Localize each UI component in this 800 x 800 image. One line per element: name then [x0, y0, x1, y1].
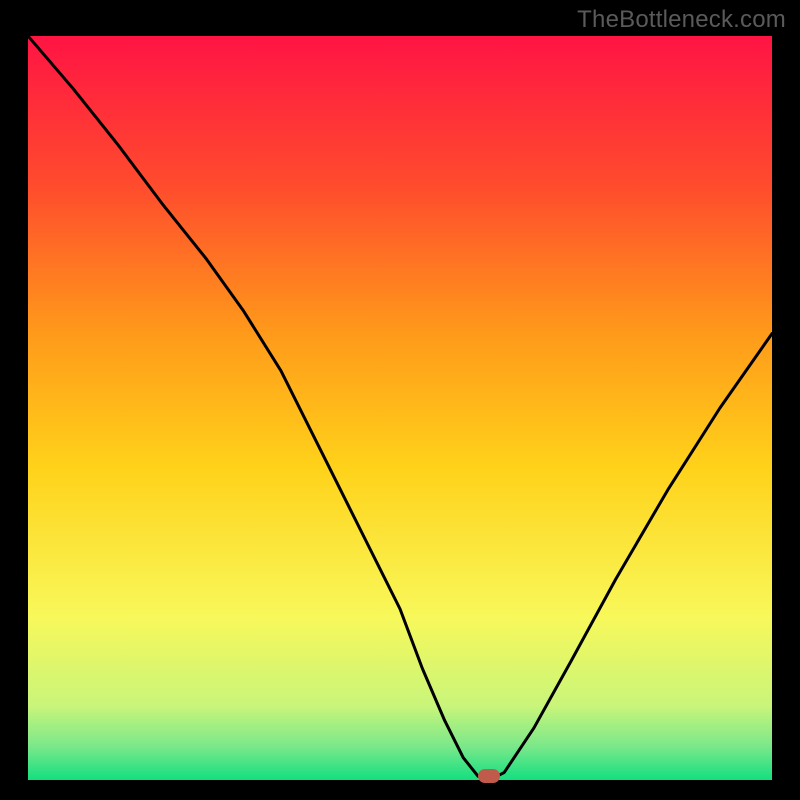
chart-background [28, 36, 772, 780]
optimal-point-marker [478, 769, 500, 783]
plot-area [28, 36, 772, 780]
watermark-text: TheBottleneck.com [577, 6, 786, 34]
chart-frame: TheBottleneck.com [0, 0, 800, 800]
chart-svg [28, 36, 772, 780]
